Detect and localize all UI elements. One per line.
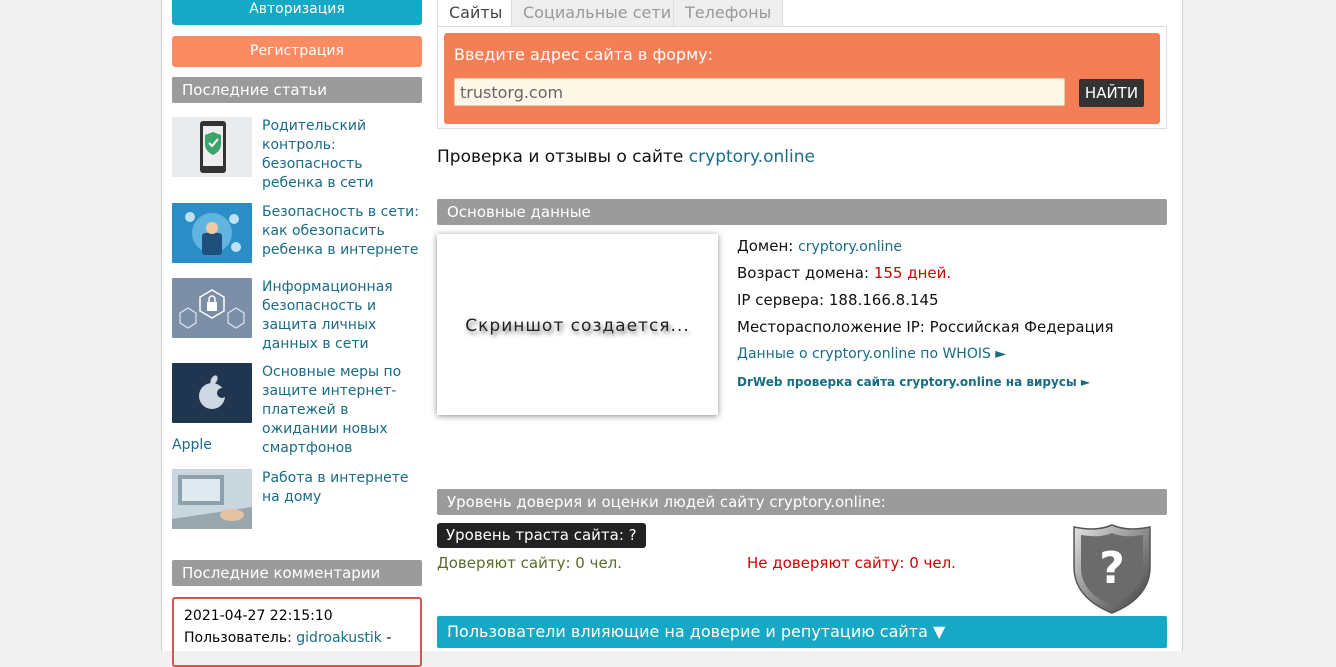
page-container: Авторизация Регистрация Последние статьи… bbox=[161, 0, 1183, 667]
find-button[interactable]: НАЙТИ bbox=[1079, 79, 1144, 107]
security-hexagons-image bbox=[172, 278, 252, 338]
trust-level-badge: Уровень траста сайта: ? bbox=[437, 523, 646, 548]
article-item[interactable]: Основные меры по защите интернет-платеже… bbox=[172, 363, 422, 458]
article-thumbnail[interactable] bbox=[172, 363, 252, 423]
unknown-shield-icon: ? bbox=[1073, 524, 1151, 614]
domain-link[interactable]: cryptory.online bbox=[798, 239, 902, 255]
search-form: Введите адрес сайта в форму: НАЙТИ bbox=[444, 33, 1160, 124]
search-input[interactable] bbox=[454, 78, 1065, 106]
ip-location-value: Российская Федерация bbox=[929, 318, 1114, 336]
search-label: Введите адрес сайта в форму: bbox=[454, 45, 713, 64]
phone-shield-image bbox=[172, 117, 252, 177]
domain-age-value: 155 дней. bbox=[873, 264, 952, 282]
server-ip-label: IP сервера: bbox=[737, 291, 825, 309]
apple-logo-image bbox=[172, 363, 252, 423]
page-title: Проверка и отзывы о сайте cryptory.onlin… bbox=[437, 147, 815, 167]
comment-user-label: Пользователь: bbox=[184, 630, 292, 646]
comment-user-line: Пользователь: gidroakustik - bbox=[184, 627, 410, 649]
article-title[interactable]: Безопасность в сети: как обезопасить реб… bbox=[262, 203, 427, 260]
server-ip-value: 188.166.8.145 bbox=[828, 291, 939, 309]
article-title[interactable]: Информационная безопасность и защита лич… bbox=[262, 278, 427, 354]
domain-age-label: Возраст домена: bbox=[737, 264, 870, 282]
comment-item: 2021-04-27 22:15:10 Пользователь: gidroa… bbox=[172, 597, 422, 667]
domain-row: Домен: cryptory.online bbox=[737, 237, 902, 255]
register-button[interactable]: Регистрация bbox=[172, 36, 422, 67]
site-screenshot: Скриншот создается... bbox=[437, 234, 718, 415]
search-panel: Введите адрес сайта в форму: НАЙТИ bbox=[437, 26, 1167, 129]
article-item[interactable]: Информационная безопасность и защита лич… bbox=[172, 278, 422, 352]
whois-link[interactable]: Данные о cryptory.online по WHOIS ► bbox=[737, 346, 1006, 362]
ip-location-label: Месторасположение IP: bbox=[737, 318, 925, 336]
domain-label: Домен: bbox=[737, 237, 794, 255]
trust-heading: Уровень доверия и оценки людей сайту cry… bbox=[437, 489, 1167, 515]
article-item[interactable]: Родительский контроль: безопасность ребе… bbox=[172, 117, 422, 191]
comment-dash: - bbox=[386, 630, 392, 646]
influencing-users-toggle[interactable]: Пользователи влияющие на доверие и репут… bbox=[437, 616, 1167, 648]
comment-user-link[interactable]: gidroakustik bbox=[296, 630, 382, 646]
article-thumbnail[interactable] bbox=[172, 117, 252, 177]
ip-location-row: Месторасположение IP: Российская Федерац… bbox=[737, 318, 1114, 336]
server-ip-row: IP сервера: 188.166.8.145 bbox=[737, 291, 939, 309]
article-title-tail[interactable]: Apple bbox=[172, 437, 212, 453]
comment-date: 2021-04-27 22:15:10 bbox=[184, 608, 333, 624]
article-title[interactable]: Основные меры по защите интернет-платеже… bbox=[262, 363, 427, 458]
article-thumbnail[interactable] bbox=[172, 203, 252, 263]
article-item[interactable]: Безопасность в сети: как обезопасить реб… bbox=[172, 203, 422, 265]
trust-yes-count: Доверяют сайту: 0 чел. bbox=[437, 554, 623, 572]
article-title[interactable]: Родительский контроль: безопасность ребе… bbox=[262, 117, 427, 193]
article-title[interactable]: Работа в интернете на дому bbox=[262, 469, 427, 507]
screenshot-placeholder-text: Скриншот создается... bbox=[465, 316, 690, 336]
article-thumbnail[interactable] bbox=[172, 469, 252, 529]
page-title-prefix: Проверка и отзывы о сайте bbox=[437, 147, 684, 167]
basic-data-heading: Основные данные bbox=[437, 199, 1167, 225]
latest-articles-heading: Последние статьи bbox=[172, 77, 422, 103]
domain-age-row: Возраст домена: 155 дней. bbox=[737, 264, 951, 282]
article-thumbnail[interactable] bbox=[172, 278, 252, 338]
tab-sites[interactable]: Сайты bbox=[437, 0, 515, 26]
network-safety-image bbox=[172, 203, 252, 263]
drweb-link[interactable]: DrWeb проверка сайта cryptory.online на … bbox=[737, 375, 1090, 389]
trust-no-count: Не доверяют сайту: 0 чел. bbox=[747, 554, 956, 572]
tab-phones[interactable]: Телефоны bbox=[673, 0, 784, 26]
latest-comments-heading: Последние комментарии bbox=[172, 560, 422, 586]
article-item[interactable]: Работа в интернете на дому bbox=[172, 469, 422, 531]
tab-social-networks[interactable]: Социальные сети bbox=[511, 0, 684, 26]
page-title-site-link[interactable]: cryptory.online bbox=[689, 147, 815, 167]
laptop-work-image bbox=[172, 469, 252, 529]
auth-button[interactable]: Авторизация bbox=[172, 0, 422, 25]
svg-text:?: ? bbox=[1099, 543, 1125, 594]
